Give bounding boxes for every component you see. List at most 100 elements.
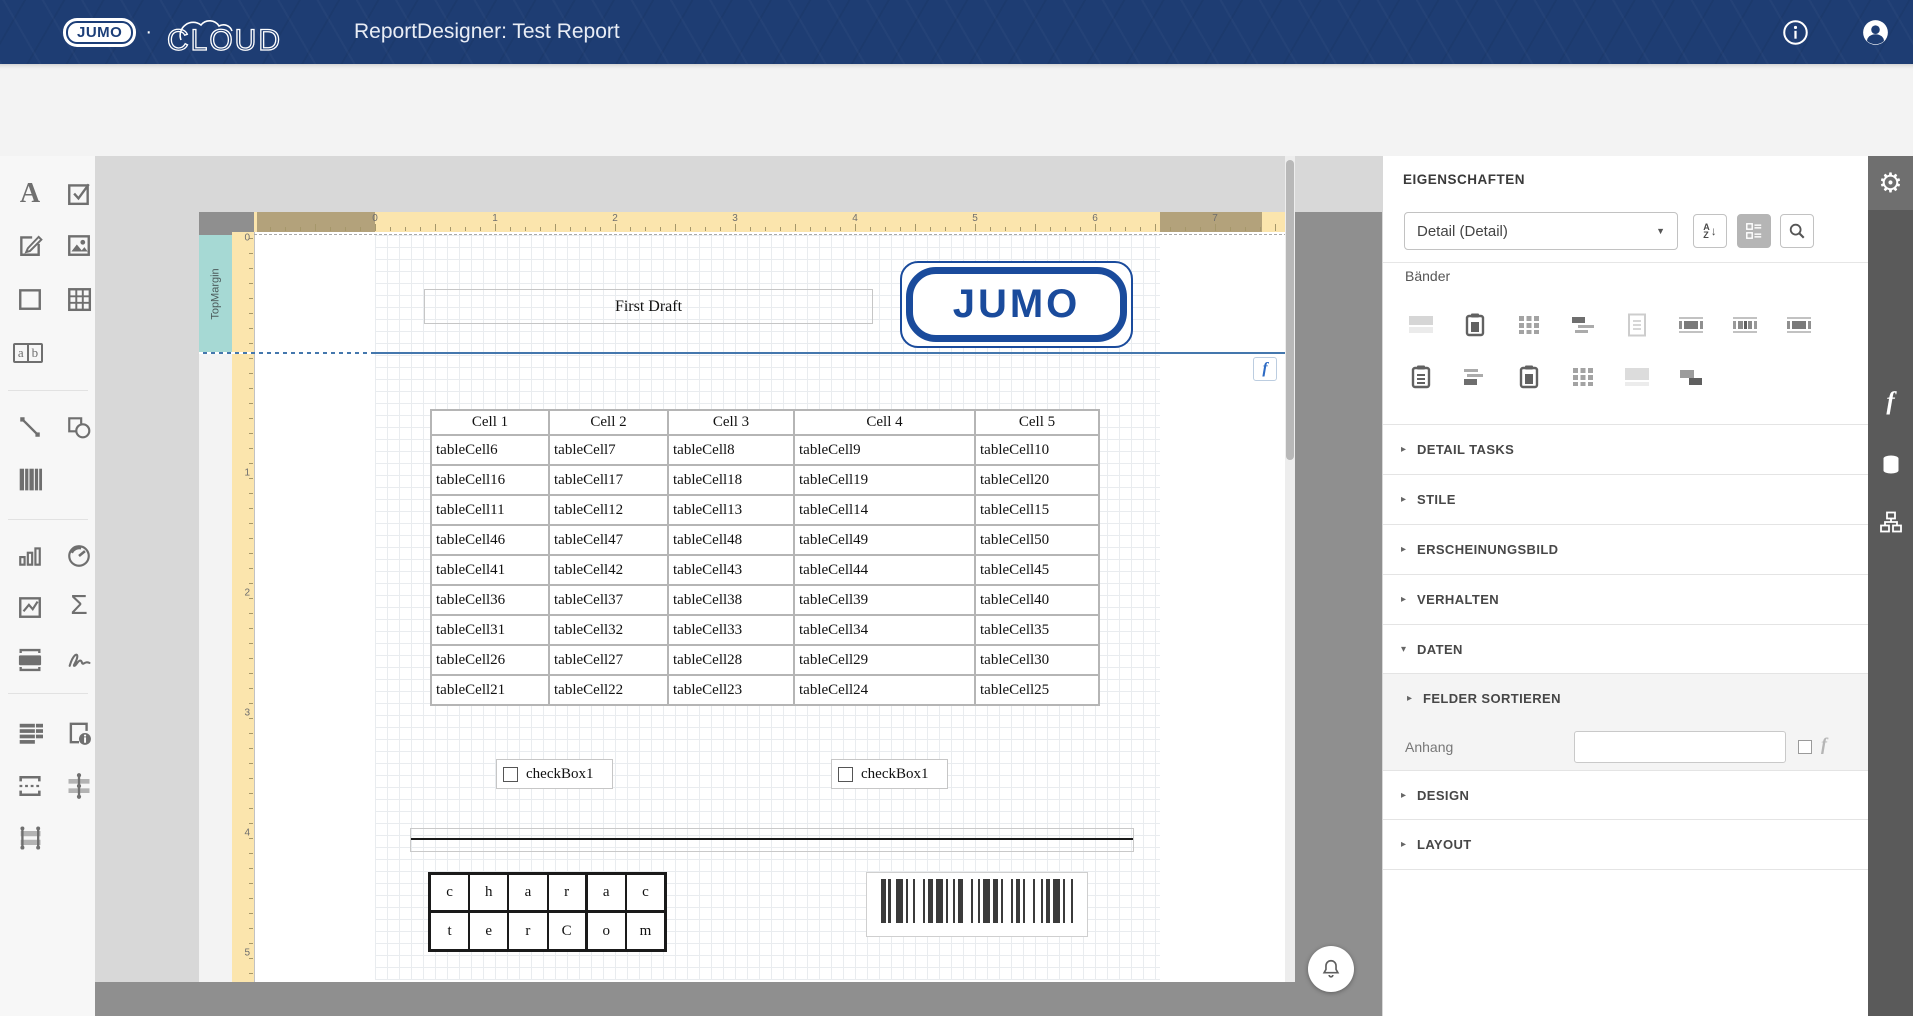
band-icon-page-header[interactable]: [1677, 312, 1705, 340]
table-cell[interactable]: tableCell49: [793, 524, 976, 556]
section-stile[interactable]: ▸ STILE: [1383, 474, 1869, 524]
grouped-view-button[interactable]: [1737, 214, 1771, 248]
table-cell[interactable]: tableCell37: [548, 584, 669, 616]
table-header-cell[interactable]: Cell 4: [793, 409, 976, 436]
table-cell[interactable]: tableCell7: [548, 434, 669, 466]
table-cell[interactable]: tableCell34: [793, 614, 976, 646]
table-cell[interactable]: tableCell8: [667, 434, 795, 466]
label-tool-icon[interactable]: A: [14, 178, 46, 210]
section-design[interactable]: ▸ DESIGN: [1383, 770, 1869, 819]
table-cell[interactable]: tableCell11: [430, 494, 550, 526]
chart-tool-icon[interactable]: [14, 540, 46, 572]
report-title-textbox[interactable]: First Draft: [424, 289, 873, 324]
table-cell[interactable]: tableCell18: [667, 464, 795, 496]
table-cell[interactable]: tableCell14: [793, 494, 976, 526]
table-cell[interactable]: tableCell27: [548, 644, 669, 676]
band-icon-bottom-margin[interactable]: [1623, 364, 1651, 392]
rich-text-tool-icon[interactable]: [14, 229, 46, 261]
signature-tool-icon[interactable]: [63, 644, 95, 676]
table-cell[interactable]: tableCell26: [430, 644, 550, 676]
comb-cell[interactable]: h: [469, 874, 509, 912]
table-row[interactable]: tableCell11 tableCell12 tableCell13 tableCe…: [430, 494, 1100, 526]
table-cell[interactable]: tableCell29: [793, 644, 976, 676]
panel-tool-icon[interactable]: [14, 283, 46, 315]
report-structure-rail-tab[interactable]: [1868, 502, 1913, 542]
comb-cell[interactable]: t: [430, 912, 470, 950]
section-felder-sortieren[interactable]: ▸ FELDER SORTIEREN: [1383, 674, 1869, 723]
comb-cell[interactable]: m: [625, 912, 665, 950]
checkbox-tool-icon[interactable]: [63, 177, 95, 209]
shape-tool-icon[interactable]: [63, 411, 95, 443]
band-icon-vertical-detail[interactable]: [1569, 364, 1597, 392]
comb-cell[interactable]: a: [508, 874, 548, 912]
table-cell[interactable]: tableCell48: [667, 524, 795, 556]
section-erscheinungsbild[interactable]: ▸ ERSCHEINUNGSBILD: [1383, 524, 1869, 574]
band-icon-detail-report[interactable]: [1515, 312, 1543, 340]
table-header-cell[interactable]: Cell 2: [548, 409, 669, 436]
character-comb-tool-icon[interactable]: ab: [12, 337, 44, 369]
table-cell[interactable]: tableCell24: [793, 674, 976, 706]
table-cell[interactable]: tableCell45: [974, 554, 1100, 586]
sparkline-tool-icon[interactable]: [14, 591, 46, 623]
table-body[interactable]: tableCell6 tableCell7 tableCell8 tableCell9…: [430, 434, 1100, 706]
band-icon-group-header[interactable]: [1569, 312, 1597, 340]
checkbox-element-1[interactable]: checkBox1: [496, 759, 613, 789]
table-header-cell[interactable]: Cell 1: [430, 409, 550, 436]
band-icon-group-footer[interactable]: [1461, 364, 1489, 392]
comb-cell[interactable]: c: [430, 874, 470, 912]
table-cell[interactable]: tableCell17: [548, 464, 669, 496]
comb-cell[interactable]: a: [586, 874, 626, 912]
comb-cell[interactable]: e: [469, 912, 509, 950]
table-cell[interactable]: tableCell25: [974, 674, 1100, 706]
line-element[interactable]: [410, 828, 1134, 852]
table-cell[interactable]: tableCell28: [667, 644, 795, 676]
canvas-scrollbar[interactable]: [1285, 156, 1295, 982]
table-row[interactable]: tableCell6 tableCell7 tableCell8 tableCell9…: [430, 434, 1100, 466]
table-cell[interactable]: tableCell23: [667, 674, 795, 706]
properties-rail-tab[interactable]: ⚙: [1868, 156, 1913, 210]
table-cell[interactable]: tableCell9: [793, 434, 976, 466]
design-canvas[interactable]: 01234567 012345 TopMargin f First Draft …: [95, 156, 1382, 1016]
cross-band-box-tool-icon[interactable]: [14, 822, 46, 854]
rich-lines-tool-icon[interactable]: [14, 717, 46, 749]
table-cell[interactable]: tableCell10: [974, 434, 1100, 466]
table-cell[interactable]: tableCell12: [548, 494, 669, 526]
table-row[interactable]: tableCell16 tableCell17 tableCell18 tableCe…: [430, 464, 1100, 496]
barcode-element[interactable]: [866, 872, 1088, 937]
table-cell[interactable]: tableCell47: [548, 524, 669, 556]
anhang-input[interactable]: [1574, 731, 1786, 763]
table-cell[interactable]: tableCell22: [548, 674, 669, 706]
table-cell[interactable]: tableCell19: [793, 464, 976, 496]
band-icon-report-header[interactable]: [1461, 312, 1489, 340]
table-cell[interactable]: tableCell21: [430, 674, 550, 706]
comb-cell[interactable]: o: [586, 912, 626, 950]
summary-tool-icon[interactable]: Σ: [63, 589, 95, 621]
band-icon-overlapping-bands[interactable]: [1677, 364, 1705, 392]
element-selector-dropdown[interactable]: Detail (Detail) ▼: [1404, 212, 1678, 250]
data-source-rail-tab[interactable]: [1868, 445, 1913, 485]
table-cell[interactable]: tableCell43: [667, 554, 795, 586]
table-row[interactable]: tableCell21 tableCell22 tableCell23 tableCe…: [430, 674, 1100, 706]
picture-tool-icon[interactable]: [63, 229, 95, 261]
table-row[interactable]: tableCell41 tableCell42 tableCell43 tableCe…: [430, 554, 1100, 586]
search-properties-button[interactable]: [1780, 214, 1814, 248]
section-daten[interactable]: ▾ DATEN: [1383, 624, 1869, 673]
table-cell[interactable]: tableCell33: [667, 614, 795, 646]
table-cell[interactable]: tableCell41: [430, 554, 550, 586]
band-icon-page-footer[interactable]: [1731, 312, 1759, 340]
table-cell[interactable]: tableCell15: [974, 494, 1100, 526]
anhang-checkbox[interactable]: [1798, 740, 1812, 754]
band-icon-sub-band[interactable]: [1515, 364, 1543, 392]
table-head[interactable]: Cell 1 Cell 2 Cell 3 Cell 4 Cell 5: [430, 409, 1100, 436]
character-comb-element[interactable]: characterCom: [428, 872, 667, 952]
table-cell[interactable]: tableCell30: [974, 644, 1100, 676]
gauge-tool-icon[interactable]: [63, 540, 95, 572]
scrollbar-thumb[interactable]: [1286, 160, 1294, 460]
section-verhalten[interactable]: ▸ VERHALTEN: [1383, 574, 1869, 624]
table-header-cell[interactable]: Cell 3: [667, 409, 795, 436]
table-cell[interactable]: tableCell31: [430, 614, 550, 646]
table-cell[interactable]: tableCell46: [430, 524, 550, 556]
table-row[interactable]: tableCell31 tableCell32 tableCell33 tableCe…: [430, 614, 1100, 646]
page-break-tool-icon[interactable]: [14, 770, 46, 802]
info-icon[interactable]: [1782, 19, 1809, 46]
